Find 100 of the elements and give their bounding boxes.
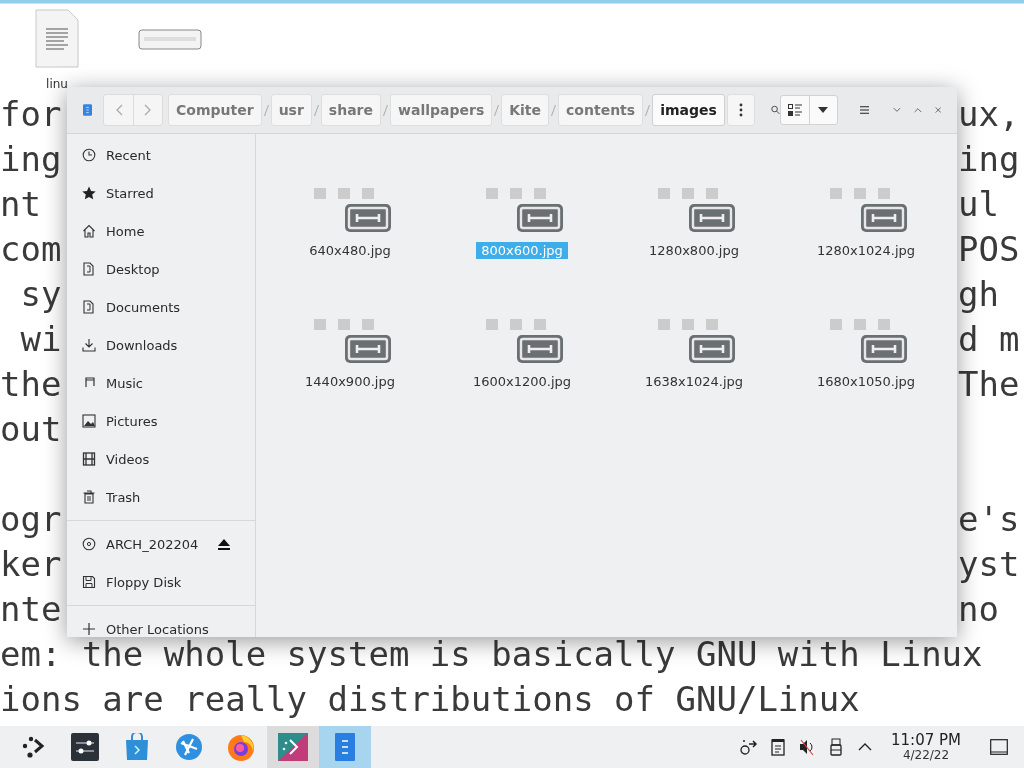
- browser-icon: [226, 732, 256, 762]
- file-name[interactable]: 640x480.jpg: [304, 242, 396, 259]
- path-button[interactable]: wallpapers: [390, 94, 493, 126]
- file-name[interactable]: 1680x1050.jpg: [811, 373, 921, 390]
- document-text: wi: [19, 318, 62, 361]
- trash-icon: [82, 490, 96, 504]
- broken-image-icon[interactable]: [314, 319, 392, 363]
- chevron-left-icon: [114, 104, 123, 116]
- folder-icon: [82, 300, 96, 314]
- path-button[interactable]: contents: [558, 94, 644, 126]
- text-file-icon[interactable]: [34, 9, 80, 69]
- document-text: e's: [958, 498, 1021, 541]
- view-mode-icon: [787, 104, 802, 116]
- document-text: com: [0, 228, 62, 271]
- document-text: ogr: [0, 498, 62, 541]
- document-text: yst: [958, 543, 1021, 586]
- broken-image-icon[interactable]: [658, 188, 736, 232]
- document-text: sy: [19, 273, 62, 316]
- music-icon: [82, 376, 96, 390]
- globe-icon: [175, 733, 203, 761]
- broken-image-icon[interactable]: [830, 319, 908, 363]
- broken-image-icon[interactable]: [314, 188, 392, 232]
- more-icon: [738, 103, 743, 117]
- caret-down-icon: [818, 107, 829, 113]
- sidebar-item[interactable]: Documents: [67, 288, 255, 326]
- files-app-button[interactable]: [319, 726, 371, 768]
- file-label: linu: [46, 77, 68, 91]
- sidebar-item[interactable]: Music: [67, 364, 255, 402]
- menu-icon[interactable]: [859, 104, 869, 116]
- document-text: ions are really distributions of GNU/Linux: [0, 678, 860, 721]
- videos-icon: [82, 452, 96, 466]
- sidebar-item[interactable]: Recent: [67, 136, 255, 174]
- launcher-icon: [20, 734, 46, 760]
- home-icon: [82, 224, 96, 238]
- path-button[interactable]: share: [320, 94, 381, 126]
- file-name[interactable]: 1638x1024.jpg: [639, 373, 749, 390]
- document-text: nte: [0, 588, 62, 631]
- document-text: em: the whole system is basically GNU with Linux: [0, 634, 983, 676]
- sidebar-item[interactable]: Floppy Disk: [67, 563, 255, 601]
- eject-icon[interactable]: [218, 538, 230, 550]
- document-text: ing: [0, 138, 62, 181]
- downloads-icon: [82, 338, 96, 352]
- document-text: no: [958, 588, 1000, 631]
- recent-icon: [82, 148, 96, 162]
- document-text: the: [0, 363, 62, 406]
- document-text: out: [0, 408, 62, 451]
- broken-image-icon[interactable]: [486, 319, 564, 363]
- app-icon: [278, 733, 308, 761]
- document-text: gh: [958, 273, 1000, 316]
- broken-image-icon[interactable]: [830, 188, 908, 232]
- document-text: ux,: [958, 93, 1021, 136]
- file-name[interactable]: 1280x1024.jpg: [811, 242, 921, 259]
- broken-image-icon[interactable]: [658, 319, 736, 363]
- clock-time[interactable]: 11:07 PM: [891, 733, 961, 748]
- path-button[interactable]: Kite: [501, 94, 550, 126]
- path-button[interactable]: Computer: [168, 94, 262, 126]
- show-desktop-icon[interactable]: [990, 739, 1008, 755]
- floppy-icon: [82, 575, 96, 589]
- sidebar-item[interactable]: Pictures: [67, 402, 255, 440]
- clock-date[interactable]: 4/22/22: [902, 749, 950, 761]
- clipboard-icon[interactable]: [769, 738, 787, 756]
- muted-speaker-icon[interactable]: [798, 738, 816, 756]
- document-text: ul: [958, 183, 1000, 226]
- kite-app-button[interactable]: [267, 726, 319, 768]
- sidebar-item[interactable]: Desktop: [67, 250, 255, 288]
- search-icon[interactable]: [770, 103, 780, 117]
- pictures-icon: [82, 414, 96, 428]
- broken-image-icon[interactable]: [486, 188, 564, 232]
- document-text: for: [0, 93, 62, 136]
- sidebar-item[interactable]: Videos: [67, 440, 255, 478]
- close-icon[interactable]: [934, 105, 942, 115]
- sidebar-item[interactable]: Starred: [67, 174, 255, 212]
- usb-icon[interactable]: [827, 738, 845, 756]
- sidebar-item[interactable]: Trash: [67, 478, 255, 516]
- file-name[interactable]: 1440x900.jpg: [300, 373, 400, 390]
- shopping-bag-icon: [124, 733, 150, 761]
- path-button[interactable]: images: [652, 94, 725, 126]
- sliders-icon: [71, 733, 99, 761]
- file-manager-icon: [83, 101, 93, 119]
- disc-icon: [82, 537, 96, 551]
- file-name[interactable]: 1600x1200.jpg: [467, 373, 577, 390]
- chevron-right-icon: [144, 104, 153, 116]
- sidebar-item[interactable]: Downloads: [67, 326, 255, 364]
- document-text: ing: [958, 138, 1021, 181]
- document-text: d m: [958, 318, 1021, 361]
- file-name[interactable]: 1280x800.jpg: [644, 242, 744, 259]
- file-manager-icon: [335, 733, 355, 761]
- document-text: ker: [0, 543, 62, 586]
- document-text: nt: [0, 183, 41, 226]
- sidebar-item[interactable]: Home: [67, 212, 255, 250]
- network-icon[interactable]: [740, 738, 758, 756]
- path-button[interactable]: usr: [270, 94, 312, 126]
- document-text: The: [958, 363, 1021, 406]
- minimize-icon[interactable]: [893, 106, 901, 114]
- folder-icon: [82, 262, 96, 276]
- document-text: POS: [958, 228, 1021, 271]
- sidebar-item[interactable]: ARCH_202204: [67, 525, 255, 563]
- sidebar-item[interactable]: Other Locations: [67, 610, 255, 637]
- maximize-icon[interactable]: [913, 106, 922, 114]
- starred-icon: [82, 186, 96, 200]
